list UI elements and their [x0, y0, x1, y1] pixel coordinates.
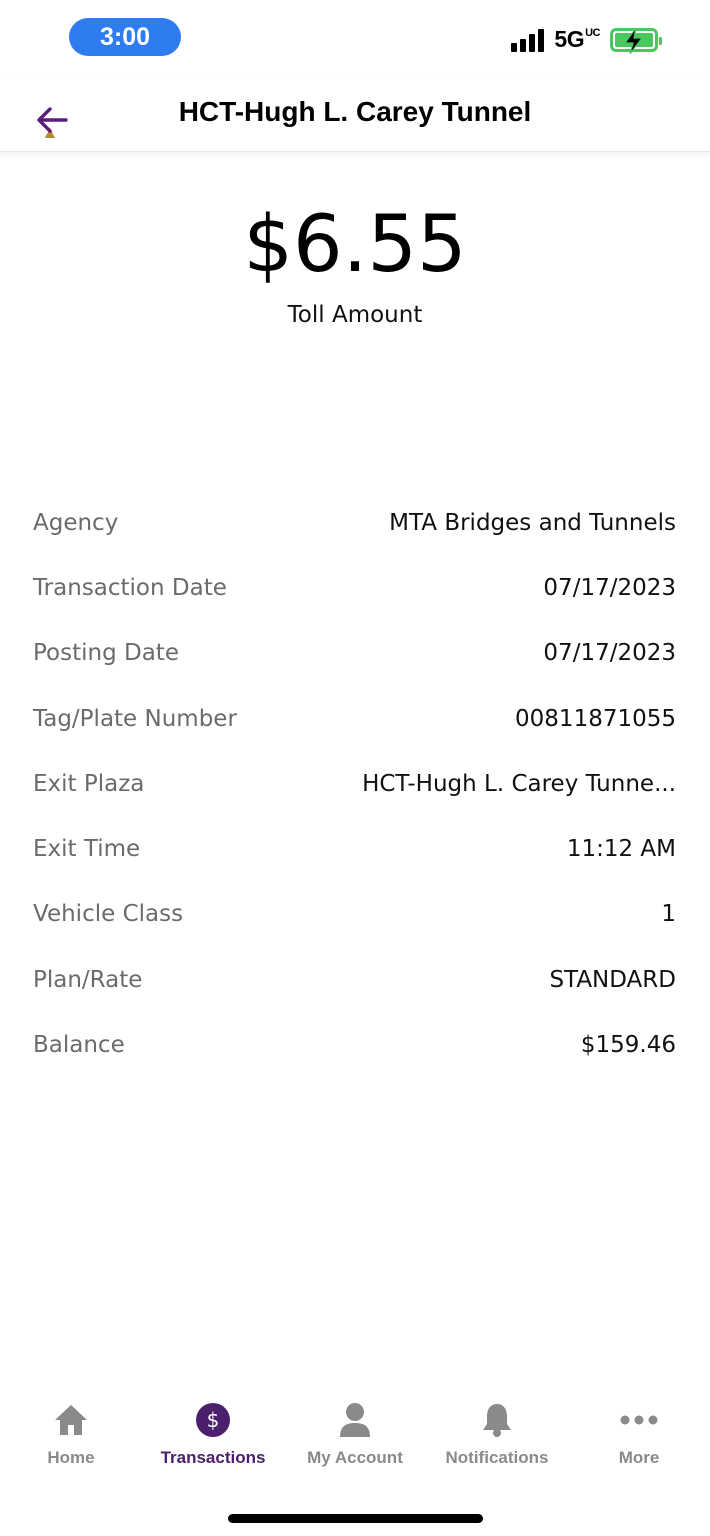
tab-label: Notifications [445, 1448, 549, 1467]
nav-bar: HCT-Hugh L. Carey Tunnel [0, 76, 710, 152]
cellular-signal-icon [511, 28, 545, 52]
home-indicator[interactable] [228, 1514, 483, 1523]
tab-more[interactable]: More [568, 1400, 710, 1490]
home-icon [51, 1400, 91, 1440]
transaction-details: Agency MTA Bridges and Tunnels Transacti… [33, 490, 676, 1078]
status-indicators: 5G UC [511, 26, 662, 54]
detail-value: MTA Bridges and Tunnels [389, 509, 676, 536]
detail-label: Vehicle Class [33, 901, 184, 928]
detail-label: Exit Plaza [33, 770, 145, 797]
detail-row-balance: Balance $159.46 [33, 1012, 676, 1077]
network-type: 5G UC [554, 26, 600, 53]
detail-label: Plan/Rate [33, 966, 143, 993]
detail-row-transaction-date: Transaction Date 07/17/2023 [33, 555, 676, 620]
network-suffix: UC [585, 27, 600, 39]
tab-transactions[interactable]: $ Transactions [142, 1400, 284, 1490]
detail-label: Tag/Plate Number [33, 705, 237, 732]
svg-text:$: $ [207, 1408, 220, 1432]
tab-bar: Home $ Transactions My Account Notificat… [0, 1400, 710, 1490]
toll-amount: $6.55 [243, 200, 467, 290]
person-icon [335, 1400, 375, 1440]
status-time[interactable]: 3:00 [69, 18, 181, 56]
battery-charging-icon [610, 27, 662, 54]
tab-home[interactable]: Home [0, 1400, 142, 1490]
detail-label: Exit Time [33, 836, 141, 863]
detail-label: Transaction Date [33, 574, 227, 601]
detail-value: 07/17/2023 [543, 574, 676, 601]
tab-my-account[interactable]: My Account [284, 1400, 426, 1490]
screen: 3:00 5G UC HCT-Hugh L. Carey Tunnel $6.5… [0, 0, 710, 1536]
tab-label: My Account [307, 1448, 403, 1467]
detail-row-tag-plate: Tag/Plate Number 00811871055 [33, 686, 676, 751]
detail-label: Posting Date [33, 640, 179, 667]
tab-label: Home [47, 1448, 95, 1467]
detail-value: HCT-Hugh L. Carey Tunne... [362, 770, 676, 797]
detail-row-exit-time: Exit Time 11:12 AM [33, 816, 676, 881]
tab-label: More [618, 1448, 660, 1467]
detail-value: 07/17/2023 [543, 640, 676, 667]
detail-row-plan-rate: Plan/Rate STANDARD [33, 947, 676, 1012]
detail-label: Balance [33, 1032, 125, 1059]
network-label: 5G [554, 26, 585, 52]
dollar-circle-icon: $ [193, 1400, 233, 1440]
detail-row-posting-date: Posting Date 07/17/2023 [33, 621, 676, 686]
detail-row-vehicle-class: Vehicle Class 1 [33, 882, 676, 947]
detail-value: 1 [661, 901, 676, 928]
detail-value: 00811871055 [515, 705, 676, 732]
tab-label: Transactions [160, 1448, 266, 1467]
tab-notifications[interactable]: Notifications [426, 1400, 568, 1490]
detail-label: Agency [33, 509, 119, 536]
detail-value: 11:12 AM [566, 836, 676, 863]
detail-value: $159.46 [580, 1032, 676, 1059]
page-title: HCT-Hugh L. Carey Tunnel [178, 96, 532, 127]
more-dots-icon [619, 1400, 659, 1440]
bell-icon [477, 1400, 517, 1440]
status-bar: 3:00 5G UC [0, 0, 710, 76]
detail-row-agency: Agency MTA Bridges and Tunnels [33, 490, 676, 555]
detail-row-exit-plaza: Exit Plaza HCT-Hugh L. Carey Tunne... [33, 751, 676, 816]
detail-value: STANDARD [549, 966, 676, 993]
toll-amount-label: Toll Amount [287, 302, 423, 328]
